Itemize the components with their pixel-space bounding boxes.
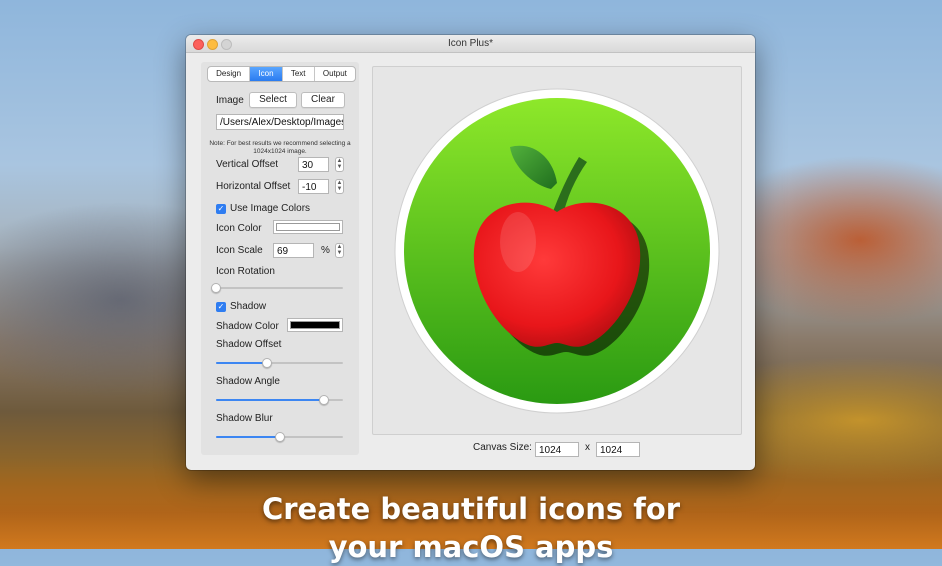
slider-knob[interactable]: [274, 432, 285, 442]
clear-image-button[interactable]: Clear: [301, 92, 345, 108]
use-image-colors-checkbox[interactable]: ✓: [216, 204, 226, 214]
slider-knob[interactable]: [261, 358, 272, 368]
shadow-blur-label: Shadow Blur: [216, 413, 273, 424]
app-window: Icon Plus* Design Icon Text Output Image…: [186, 35, 755, 470]
shadow-blur-slider[interactable]: [216, 432, 343, 442]
icon-rotation-label: Icon Rotation: [216, 266, 275, 277]
icon-preview-art: [394, 88, 720, 414]
vertical-offset-label: Vertical Offset: [216, 159, 279, 170]
shadow-angle-slider[interactable]: [216, 395, 343, 405]
icon-rotation-slider[interactable]: [211, 283, 343, 293]
canvas-height-input[interactable]: 1024: [596, 442, 640, 457]
shadow-color-well[interactable]: [287, 318, 343, 332]
horizontal-offset-stepper[interactable]: ▲ ▼: [335, 179, 344, 194]
slider-track: [216, 287, 343, 289]
vertical-offset-stepper[interactable]: ▲ ▼: [335, 157, 344, 172]
icon-scale-unit: %: [321, 245, 330, 256]
tab-design[interactable]: Design: [208, 67, 251, 81]
shadow-color-fill: [290, 321, 340, 329]
shadow-angle-label: Shadow Angle: [216, 376, 280, 387]
use-image-colors-label: Use Image Colors: [230, 203, 311, 214]
image-label: Image: [216, 95, 244, 106]
image-path-field[interactable]: /Users/Alex/Desktop/Images: [216, 114, 344, 130]
tab-bar: Design Icon Text Output: [207, 66, 356, 82]
slider-fill: [216, 436, 280, 438]
shadow-color-label: Shadow Color: [216, 321, 279, 332]
shadow-label: Shadow: [230, 301, 267, 312]
horizontal-offset-input[interactable]: -10: [298, 179, 329, 194]
window-title: Icon Plus*: [447, 38, 494, 49]
icon-color-fill: [276, 223, 340, 231]
tab-text[interactable]: Text: [283, 67, 315, 81]
slider-knob[interactable]: [211, 283, 221, 293]
tab-output[interactable]: Output: [315, 67, 355, 81]
tab-icon[interactable]: Icon: [250, 67, 283, 81]
select-image-button[interactable]: Select: [249, 92, 297, 108]
icon-color-label: Icon Color: [216, 223, 262, 234]
horizontal-offset-label: Horizontal Offset: [216, 181, 291, 192]
vertical-offset-input[interactable]: 30: [298, 157, 329, 172]
icon-color-well[interactable]: [273, 220, 343, 234]
apple-highlight: [500, 212, 536, 272]
settings-sidebar: Design Icon Text Output Image Select Cle…: [201, 62, 359, 455]
shadow-offset-label: Shadow Offset: [216, 339, 282, 350]
icon-scale-label: Icon Scale: [216, 245, 263, 256]
canvas-size-label: Canvas Size:: [473, 442, 532, 453]
promo-tagline: Create beautiful icons for your macOS ap…: [261, 492, 681, 564]
slider-fill: [216, 362, 267, 364]
icon-scale-stepper[interactable]: ▲ ▼: [335, 243, 344, 258]
icon-preview-canvas[interactable]: [372, 66, 742, 435]
shadow-checkbox[interactable]: ✓: [216, 302, 226, 312]
shadow-offset-slider[interactable]: [216, 358, 343, 368]
icon-scale-input[interactable]: 69: [273, 243, 314, 258]
canvas-size-separator: x: [585, 442, 590, 453]
image-note: Note: For best results we recommend sele…: [209, 140, 351, 155]
slider-knob[interactable]: [318, 395, 329, 405]
canvas-width-input[interactable]: 1024: [535, 442, 579, 457]
slider-fill: [216, 399, 324, 401]
title-bar[interactable]: Icon Plus*: [186, 35, 755, 53]
